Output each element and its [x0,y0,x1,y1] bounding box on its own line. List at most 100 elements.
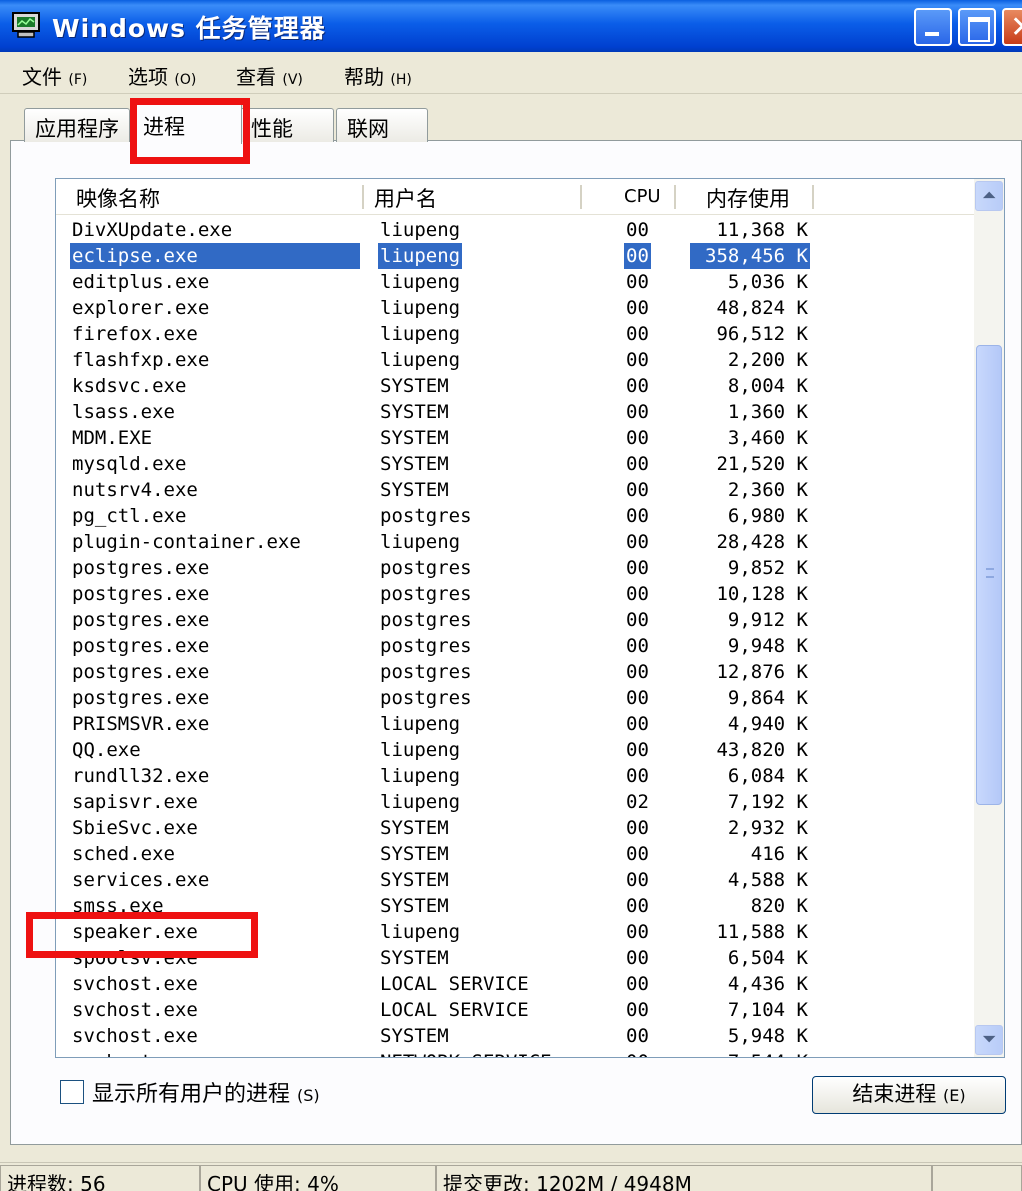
column-header-image-name[interactable]: 映像名称 [76,183,160,213]
scrollbar-thumb[interactable] [976,345,1002,805]
process-user: liupeng [380,323,461,345]
process-cpu: 00 [626,843,649,865]
tab-networking[interactable]: 联网 [336,108,428,142]
process-user: liupeng [378,243,463,269]
process-name: ksdsvc.exe [72,375,187,397]
minimize-icon[interactable] [914,8,952,46]
table-row[interactable]: pg_ctl.exe postgres 00 6,980 K [56,503,974,529]
table-row[interactable]: QQ.exe liupeng 00 43,820 K [56,737,974,763]
process-memory: 9,852 K [727,557,808,579]
table-row[interactable]: svchost.exe NETWORK SERVICE 00 7,544 K [56,1049,974,1057]
title-bar[interactable]: Windows 任务管理器 ✕ [0,0,1022,52]
tab-performance[interactable]: 性能 [240,108,334,142]
menu-file[interactable]: 文件 (F) [22,61,87,90]
process-name: SbieSvc.exe [72,817,198,839]
table-row[interactable]: PRISMSVR.exe liupeng 00 4,940 K [56,711,974,737]
table-row[interactable]: sapisvr.exe liupeng 02 7,192 K [56,789,974,815]
table-row[interactable]: mysqld.exe SYSTEM 00 21,520 K [56,451,974,477]
process-cpu: 00 [626,297,649,319]
close-icon[interactable]: ✕ [1002,8,1022,46]
table-row[interactable]: firefox.exe liupeng 00 96,512 K [56,321,974,347]
status-commit-charge: 提交更改: 1202M / 4948M [436,1165,932,1191]
process-cpu: 00 [626,921,649,943]
maximize-icon[interactable] [958,8,996,46]
column-header-cpu[interactable]: CPU [624,186,661,207]
table-row[interactable]: lsass.exe SYSTEM 00 1,360 K [56,399,974,425]
process-cpu: 00 [626,999,649,1021]
column-divider[interactable] [580,185,582,209]
menu-options[interactable]: 选项 (O) [128,61,196,90]
process-memory: 2,360 K [727,479,808,501]
column-header-user[interactable]: 用户名 [374,183,437,213]
table-row[interactable]: svchost.exe SYSTEM 00 5,948 K [56,1023,974,1049]
process-name: svchost.exe [72,1025,198,1047]
menu-help[interactable]: 帮助 (H) [344,61,412,90]
table-row[interactable]: flashfxp.exe liupeng 00 2,200 K [56,347,974,373]
process-name: sapisvr.exe [72,791,198,813]
process-cpu: 00 [624,243,651,269]
process-name: rundll32.exe [72,765,210,787]
column-divider[interactable] [812,185,814,209]
checkbox-box[interactable] [60,1080,84,1104]
table-row[interactable]: DivXUpdate.exe liupeng 00 11,368 K [56,217,974,243]
column-header-memory[interactable]: 内存使用 [706,183,790,213]
process-user: LOCAL SERVICE [380,973,529,995]
process-name: postgres.exe [72,583,210,605]
column-divider[interactable] [674,185,676,209]
table-row[interactable]: MDM.EXE SYSTEM 00 3,460 K [56,425,974,451]
process-memory: 9,864 K [727,687,808,709]
table-row[interactable]: explorer.exe liupeng 00 48,824 K [56,295,974,321]
process-memory: 6,084 K [727,765,808,787]
column-divider[interactable] [362,185,364,209]
table-row[interactable]: postgres.exe postgres 00 10,128 K [56,581,974,607]
table-row[interactable]: SbieSvc.exe SYSTEM 00 2,932 K [56,815,974,841]
process-cpu: 00 [626,635,649,657]
table-row[interactable]: postgres.exe postgres 00 9,864 K [56,685,974,711]
process-name: svchost.exe [72,999,198,1021]
status-process-count: 进程数: 56 [0,1165,200,1191]
process-memory: 358,456 K [690,243,810,269]
process-user: LOCAL SERVICE [380,999,529,1021]
process-cpu: 00 [626,557,649,579]
process-cpu: 00 [626,583,649,605]
process-memory: 4,588 K [727,869,808,891]
process-memory: 12,876 K [716,661,808,683]
end-process-button[interactable]: 结束进程 (E) [812,1076,1006,1114]
process-memory: 4,940 K [727,713,808,735]
process-memory: 2,200 K [727,349,808,371]
tab-applications[interactable]: 应用程序 [24,108,130,142]
process-memory: 21,520 K [716,453,808,475]
process-user: SYSTEM [380,869,449,891]
table-row[interactable]: sched.exe SYSTEM 00 416 K [56,841,974,867]
table-row[interactable]: services.exe SYSTEM 00 4,588 K [56,867,974,893]
table-row[interactable]: editplus.exe liupeng 00 5,036 K [56,269,974,295]
table-row[interactable]: ksdsvc.exe SYSTEM 00 8,004 K [56,373,974,399]
table-row[interactable]: svchost.exe LOCAL SERVICE 00 7,104 K [56,997,974,1023]
annotation-box-speaker-row [26,912,258,958]
process-user: SYSTEM [380,817,449,839]
vertical-scrollbar[interactable]: ⏶ ⏷ [974,179,1004,1057]
table-row[interactable]: postgres.exe postgres 00 9,852 K [56,555,974,581]
scroll-up-icon[interactable]: ⏶ [975,181,1003,211]
process-name: nutsrv4.exe [72,479,198,501]
status-cpu-usage: CPU 使用: 4% [200,1165,436,1191]
process-memory: 28,428 K [716,531,808,553]
table-row[interactable]: postgres.exe postgres 00 9,948 K [56,633,974,659]
table-row[interactable]: svchost.exe LOCAL SERVICE 00 4,436 K [56,971,974,997]
table-row[interactable]: postgres.exe postgres 00 12,876 K [56,659,974,685]
menu-view[interactable]: 查看 (V) [236,61,303,90]
process-user: SYSTEM [380,401,449,423]
table-row[interactable]: nutsrv4.exe SYSTEM 00 2,360 K [56,477,974,503]
table-row[interactable]: eclipse.exe liupeng 00 358,456 K [56,243,974,269]
process-user: liupeng [380,739,461,761]
process-memory: 5,036 K [727,271,808,293]
table-row[interactable]: postgres.exe postgres 00 9,912 K [56,607,974,633]
process-memory: 7,544 K [690,1049,810,1057]
scroll-down-icon[interactable]: ⏷ [975,1025,1003,1055]
process-cpu: 00 [626,609,649,631]
process-cpu: 02 [626,791,649,813]
process-cpu: 00 [626,739,649,761]
table-row[interactable]: plugin-container.exe liupeng 00 28,428 K [56,529,974,555]
table-row[interactable]: rundll32.exe liupeng 00 6,084 K [56,763,974,789]
process-user: SYSTEM [380,479,449,501]
